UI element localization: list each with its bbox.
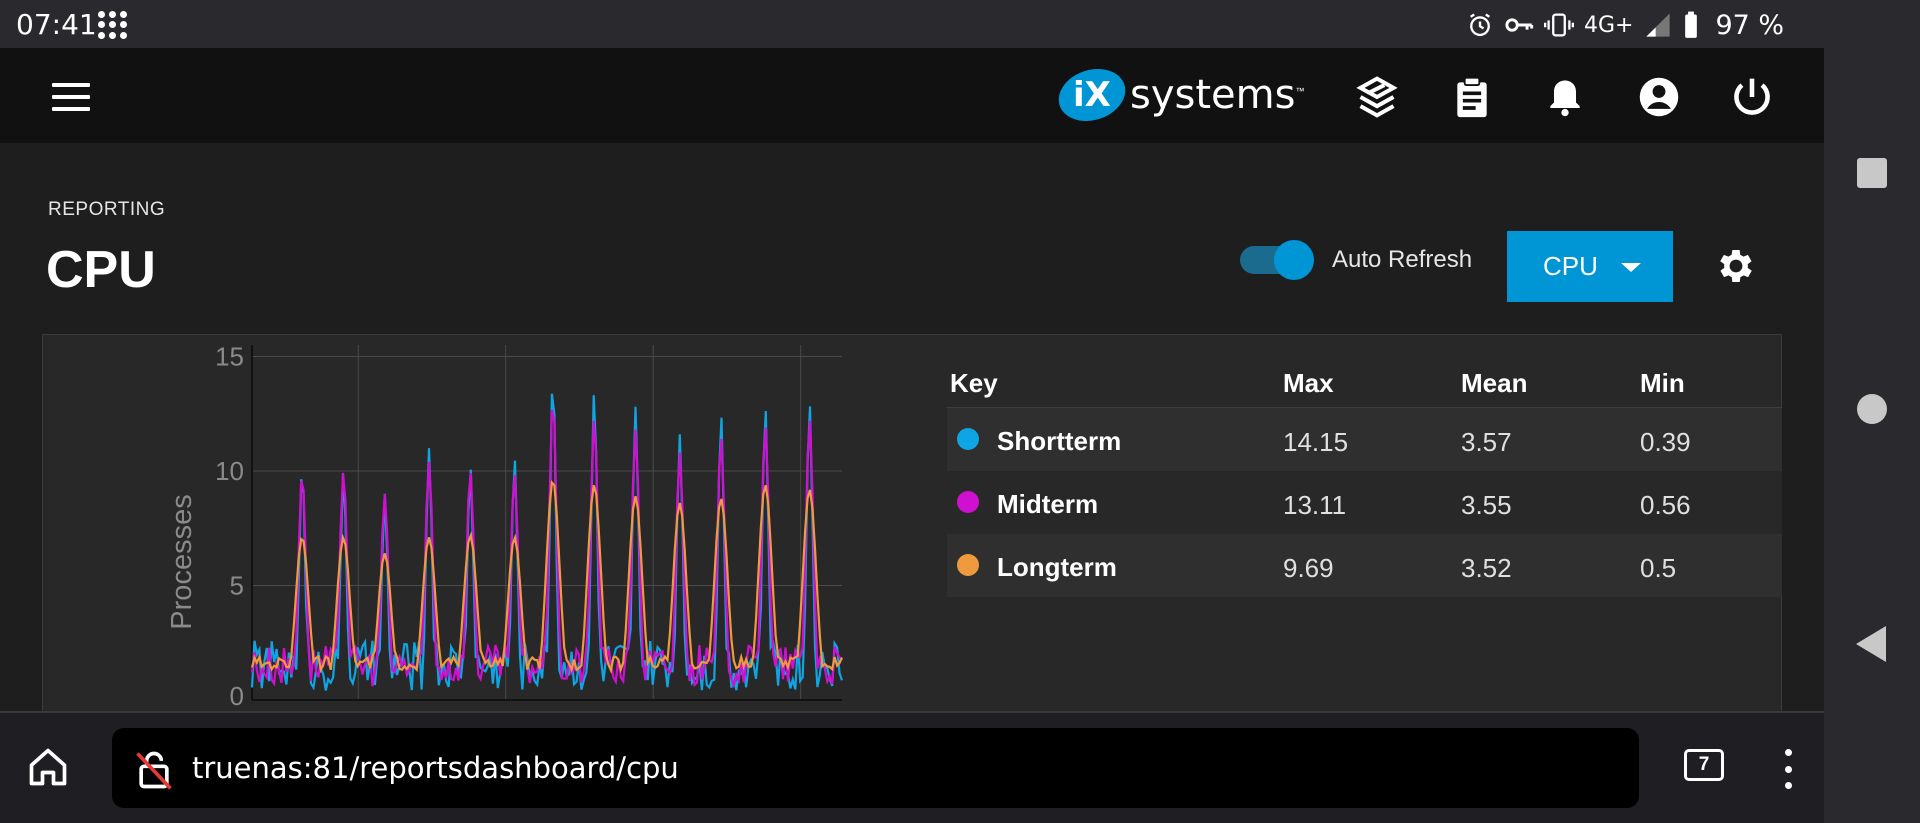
legend-row-midterm: Midterm 13.11 3.55 0.56 bbox=[947, 471, 1782, 534]
battery-icon bbox=[1685, 11, 1698, 38]
menu-icon[interactable] bbox=[52, 83, 90, 111]
toggle-switch[interactable] bbox=[1240, 240, 1314, 280]
col-key: Key bbox=[950, 368, 998, 398]
ixsystems-logo[interactable]: iX systems ™ bbox=[1051, 60, 1304, 130]
col-max: Max bbox=[1283, 368, 1334, 398]
report-type-select[interactable]: CPU bbox=[1507, 231, 1673, 302]
y-tick-label: 0 bbox=[230, 681, 244, 711]
back-button[interactable] bbox=[1856, 626, 1886, 662]
series-color-dot bbox=[957, 491, 979, 513]
page-title: CPU bbox=[46, 241, 156, 299]
y-axis-label: Processes bbox=[166, 494, 198, 629]
gear-icon[interactable] bbox=[1714, 244, 1758, 288]
system-icons: 4G+ 97 % bbox=[1466, 9, 1785, 41]
more-options-icon[interactable] bbox=[1783, 749, 1793, 789]
vpn-key-icon bbox=[1505, 18, 1534, 32]
series-max: 13.11 bbox=[1283, 490, 1347, 520]
series-min: 0.5 bbox=[1640, 553, 1677, 583]
tasks-icon[interactable] bbox=[1449, 74, 1495, 120]
account-icon[interactable] bbox=[1636, 74, 1682, 120]
vibrate-icon bbox=[1544, 13, 1574, 37]
auto-refresh-label: Auto Refresh bbox=[1332, 246, 1473, 273]
recents-button[interactable] bbox=[1857, 158, 1887, 188]
browser-toolbar: truenas:81/reportsdashboard/cpu 7 bbox=[0, 711, 1824, 823]
insecure-lock-icon[interactable] bbox=[132, 748, 176, 792]
series-name: Longterm bbox=[997, 552, 1117, 582]
series-color-dot bbox=[957, 428, 979, 450]
legend-header: Key Max Mean Min bbox=[947, 356, 1782, 408]
status-bar: 07:41 4G+ 97 % bbox=[0, 0, 1920, 48]
auto-refresh-toggle[interactable]: Auto Refresh bbox=[1240, 240, 1473, 280]
series-min: 0.56 bbox=[1640, 490, 1691, 520]
url-text: truenas:81/reportsdashboard/cpu bbox=[192, 751, 679, 785]
col-min: Min bbox=[1640, 368, 1685, 398]
series-mean: 3.57 bbox=[1461, 427, 1512, 457]
tab-switcher-button[interactable]: 7 bbox=[1684, 749, 1724, 781]
status-time: 07:41 bbox=[16, 8, 97, 41]
app-topbar: iX systems ™ bbox=[0, 48, 1824, 143]
y-tick-label: 10 bbox=[215, 456, 244, 486]
truecommand-icon[interactable] bbox=[1354, 74, 1400, 120]
apps-grid-icon bbox=[98, 11, 128, 39]
series-name: Midterm bbox=[997, 489, 1099, 519]
network-type: 4G+ bbox=[1584, 12, 1634, 38]
series-max: 14.15 bbox=[1283, 427, 1349, 457]
series-min: 0.39 bbox=[1640, 427, 1691, 457]
legend-table: Key Max Mean Min Shortterm 14.15 3.57 0.… bbox=[947, 356, 1782, 597]
signal-icon bbox=[1646, 13, 1671, 37]
report-type-value: CPU bbox=[1543, 251, 1598, 281]
power-icon[interactable] bbox=[1729, 74, 1775, 120]
home-nav-button[interactable] bbox=[1857, 394, 1887, 424]
y-tick-label: 5 bbox=[230, 570, 244, 600]
y-tick-label: 15 bbox=[215, 341, 244, 371]
legend-row-longterm: Longterm 9.69 3.52 0.5 bbox=[947, 534, 1782, 597]
address-bar[interactable]: truenas:81/reportsdashboard/cpu bbox=[112, 728, 1639, 808]
home-icon[interactable] bbox=[26, 745, 70, 789]
series-mean: 3.55 bbox=[1461, 490, 1512, 520]
cpu-load-chart: 15 10 5 0 Processes bbox=[166, 341, 844, 711]
series-mean: 3.52 bbox=[1461, 553, 1512, 583]
battery-percent: 97 % bbox=[1715, 9, 1785, 41]
legend-row-shortterm: Shortterm 14.15 3.57 0.39 bbox=[947, 408, 1782, 471]
bell-icon[interactable] bbox=[1542, 74, 1588, 120]
col-mean: Mean bbox=[1461, 368, 1528, 398]
series-max: 9.69 bbox=[1283, 553, 1334, 583]
alarm-icon bbox=[1470, 13, 1490, 37]
android-nav-bar bbox=[1824, 48, 1920, 823]
chevron-down-icon bbox=[1621, 263, 1641, 272]
series-color-dot bbox=[957, 554, 979, 576]
series-name: Shortterm bbox=[997, 426, 1122, 456]
breadcrumb: REPORTING bbox=[48, 199, 166, 220]
